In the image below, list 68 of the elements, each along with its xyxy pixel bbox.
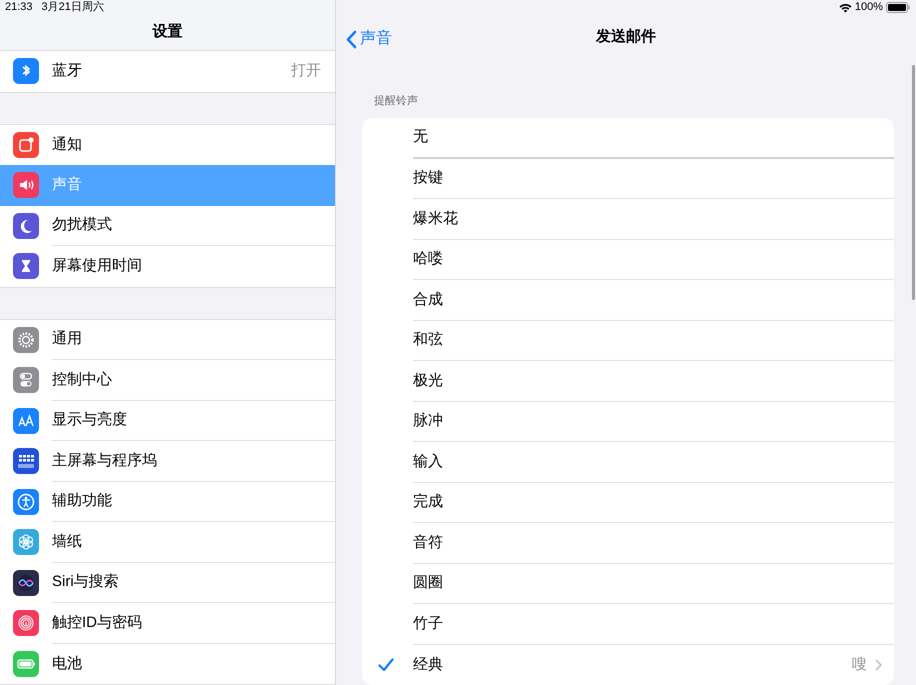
person-icon xyxy=(13,488,39,515)
tone-row[interactable]: 极光 xyxy=(362,361,894,402)
sidebar-item-label: 勿扰模式 xyxy=(52,215,113,235)
app-grid-icon xyxy=(13,448,39,474)
sidebar-item-label: 主屏幕与程序坞 xyxy=(52,450,158,470)
sidebar-item-label: 控制中心 xyxy=(52,370,113,390)
battery-icon xyxy=(886,2,910,13)
tone-detail: 嗖 xyxy=(852,654,867,674)
battery-percentage: 100% xyxy=(854,0,883,16)
tone-row[interactable]: 按键 xyxy=(362,158,894,199)
moon-icon xyxy=(13,212,39,239)
tone-label: 和弦 xyxy=(413,330,444,350)
tone-label: 完成 xyxy=(413,492,444,512)
chevron-left-icon xyxy=(346,30,357,48)
hourglass-icon xyxy=(13,253,39,280)
page-title: 发送邮件 xyxy=(596,26,656,47)
sidebar-item-value: 打开 xyxy=(291,61,321,81)
sidebar-item-label: Siri与搜索 xyxy=(52,572,120,592)
tone-row[interactable]: 合成 xyxy=(362,280,894,320)
sidebar-item-label: 通知 xyxy=(52,134,83,154)
sidebar-item-label: 显示与亮度 xyxy=(52,410,128,430)
sidebar-title: 设置 xyxy=(152,22,182,42)
sidebar-item-label: 声音 xyxy=(52,175,83,195)
notification-icon xyxy=(13,132,39,158)
status-time: 21:33 xyxy=(5,0,33,16)
tone-label: 极光 xyxy=(413,370,444,390)
tone-label: 输入 xyxy=(413,452,444,472)
sidebar-item-label: 触控ID与密码 xyxy=(52,612,143,632)
toggle-switches-icon xyxy=(13,367,39,394)
speaker-icon xyxy=(13,172,39,198)
tone-label: 无 xyxy=(413,127,429,147)
tone-label: 合成 xyxy=(413,290,444,310)
tone-row[interactable]: 无 xyxy=(362,118,894,158)
tone-label: 哈喽 xyxy=(413,249,444,269)
gear-icon xyxy=(13,326,39,353)
tone-label: 圆圈 xyxy=(413,573,444,593)
section-header: 提醒铃声 xyxy=(374,95,418,107)
sidebar-item-label: 蓝牙 xyxy=(52,61,83,81)
tone-row[interactable]: 竹子 xyxy=(362,604,894,644)
sidebar-item-label: 电池 xyxy=(52,654,83,674)
letters-icon xyxy=(13,408,39,434)
tone-row[interactable]: 哈喽 xyxy=(362,240,894,280)
tone-label: 竹子 xyxy=(413,614,444,634)
tone-row[interactable]: 圆圈 xyxy=(362,564,894,604)
sidebar-item[interactable]: 勿扰模式 xyxy=(0,206,335,246)
tone-row[interactable]: 输入 xyxy=(362,442,894,482)
tone-row[interactable]: 音符 xyxy=(362,523,894,564)
sidebar-item-label: 辅助功能 xyxy=(52,491,113,511)
sidebar-item-label: 墙纸 xyxy=(52,532,83,552)
tone-row[interactable]: 和弦 xyxy=(362,320,894,361)
wifi-icon xyxy=(838,2,852,12)
tone-row[interactable]: 脉冲 xyxy=(362,402,894,442)
tone-row[interactable]: 经典 嗖 xyxy=(362,644,894,685)
tone-label: 脉冲 xyxy=(413,411,444,431)
tone-row[interactable]: 爆米花 xyxy=(362,199,894,240)
battery-icon xyxy=(13,650,39,677)
tone-label: 音符 xyxy=(413,532,444,552)
sidebar-item-label: 屏幕使用时间 xyxy=(52,256,143,276)
chevron-right-icon xyxy=(875,658,882,671)
sidebar-item-label: 通用 xyxy=(52,329,83,349)
bluetooth-icon xyxy=(13,58,39,84)
tone-label: 按键 xyxy=(413,168,444,188)
tone-label: 爆米花 xyxy=(413,208,459,228)
status-date: 3月21日周六 xyxy=(42,0,104,16)
tone-row[interactable]: 完成 xyxy=(362,482,894,523)
flower-icon xyxy=(13,529,39,556)
tone-label: 经典 xyxy=(413,654,444,674)
orb-icon xyxy=(13,570,39,596)
